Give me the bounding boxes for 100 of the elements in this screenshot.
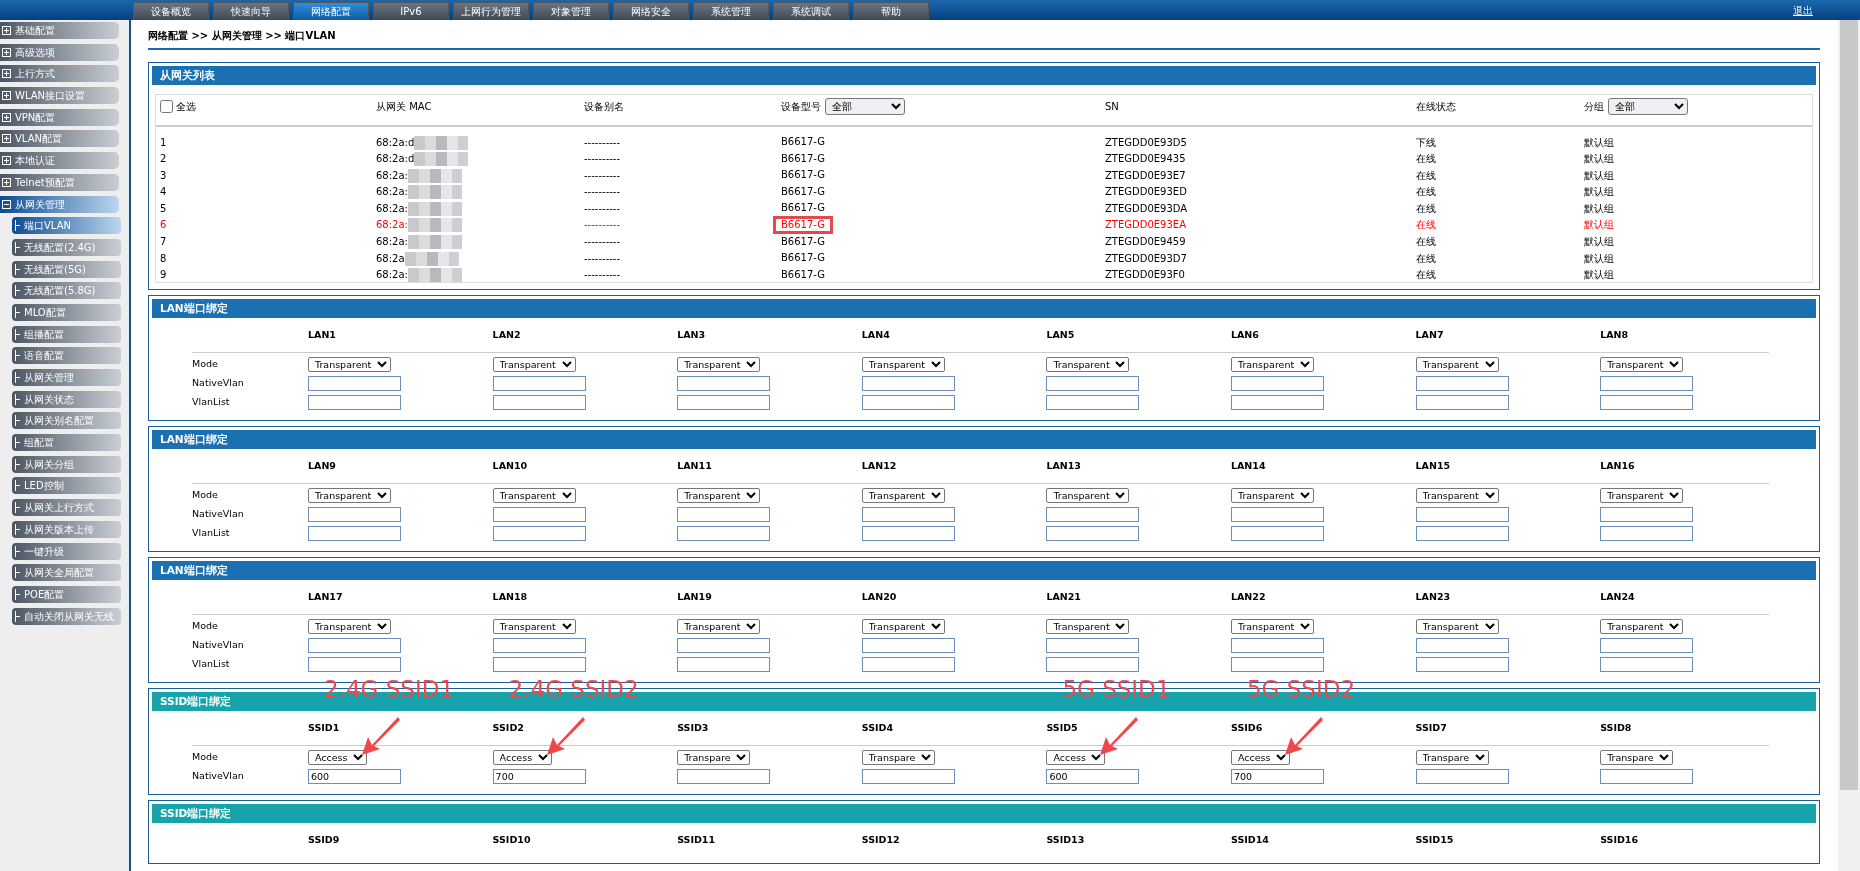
vlan-list-field[interactable] (1046, 395, 1140, 411)
mode-dropdown[interactable]: Transparent (1600, 619, 1684, 635)
expand-icon[interactable] (2, 69, 11, 79)
nav-tab[interactable]: 设备概览 (133, 2, 209, 20)
sidebar-item[interactable]: 语音配置 (12, 347, 121, 365)
native-vlan-field[interactable] (308, 507, 401, 523)
sidebar-item[interactable]: MLO配置 (12, 303, 121, 321)
sidebar-item[interactable]: 组播配置 (12, 325, 121, 343)
native-vlan-field[interactable] (1046, 507, 1140, 523)
native-vlan-field[interactable] (1230, 638, 1324, 654)
native-vlan-field[interactable] (492, 507, 586, 523)
sidebar-item[interactable]: 从网关版本上传 (12, 520, 121, 538)
native-vlan-field[interactable] (1415, 769, 1509, 785)
sidebar-item[interactable]: 从网关全局配置 (12, 564, 121, 582)
collapse-icon[interactable] (2, 199, 11, 209)
native-vlan-field[interactable] (1230, 376, 1324, 392)
mode-dropdown[interactable]: Transparent (1600, 357, 1684, 373)
native-vlan-field[interactable] (861, 507, 955, 523)
vlan-list-field[interactable] (677, 526, 771, 542)
sidebar-item[interactable]: VPN配置 (0, 108, 119, 126)
mode-dropdown[interactable]: Transparent (1046, 488, 1130, 504)
vlan-list-field[interactable] (492, 526, 586, 542)
vlan-list-field[interactable] (1415, 526, 1509, 542)
nav-tab[interactable]: 帮助 (853, 2, 929, 20)
mode-dropdown[interactable]: Transpare (1415, 750, 1489, 766)
sidebar-item[interactable]: VLAN配置 (0, 130, 119, 148)
select-all-checkbox[interactable] (160, 100, 173, 114)
nav-tab[interactable]: 上网行为管理 (453, 2, 529, 20)
mode-dropdown[interactable]: Transparent (677, 619, 761, 635)
mode-dropdown[interactable]: Transparent (1230, 357, 1314, 373)
vlan-list-field[interactable] (1046, 526, 1140, 542)
mode-dropdown[interactable]: Transparent (677, 357, 761, 373)
mode-dropdown[interactable]: Transparent (861, 357, 945, 373)
sidebar-item[interactable]: 端口VLAN (12, 217, 121, 235)
expand-icon[interactable] (2, 177, 11, 187)
vlan-list-field[interactable] (861, 526, 955, 542)
native-vlan-field[interactable] (1046, 638, 1140, 654)
mode-dropdown[interactable]: Transparent (492, 488, 576, 504)
native-vlan-field[interactable]: 700 (492, 769, 586, 785)
mode-dropdown[interactable]: Transparent (1600, 488, 1684, 504)
sidebar-item[interactable]: 无线配置(5.8G) (12, 282, 121, 300)
mode-dropdown[interactable]: Transparent (677, 488, 761, 504)
mode-dropdown[interactable]: Access (308, 750, 367, 766)
filter-dropdown[interactable]: 全部 (1608, 98, 1688, 116)
expand-icon[interactable] (2, 134, 11, 144)
vlan-list-field[interactable] (1415, 395, 1509, 411)
expand-icon[interactable] (2, 91, 11, 101)
nav-tab[interactable]: 系统管理 (693, 2, 769, 20)
native-vlan-field[interactable] (1600, 638, 1694, 654)
sidebar-item[interactable]: 本地认证 (0, 152, 119, 170)
native-vlan-field[interactable] (1415, 507, 1509, 523)
expand-icon[interactable] (2, 47, 11, 57)
vlan-list-field[interactable] (861, 657, 955, 673)
mode-dropdown[interactable]: Transparent (1046, 619, 1130, 635)
sidebar-item[interactable]: 自动关闭从网关无线 (12, 607, 121, 625)
native-vlan-field[interactable]: 700 (1230, 769, 1324, 785)
mode-dropdown[interactable]: Transparent (1415, 357, 1499, 373)
sidebar-item[interactable]: 一键升级 (12, 542, 121, 560)
nav-tab[interactable]: 网络配置 (293, 2, 369, 20)
native-vlan-field[interactable] (861, 769, 955, 785)
mode-dropdown[interactable]: Transparent (1046, 357, 1130, 373)
vlan-list-field[interactable] (1415, 657, 1509, 673)
mode-dropdown[interactable]: Transparent (1415, 488, 1499, 504)
vlan-list-field[interactable] (308, 395, 401, 411)
native-vlan-field[interactable] (1600, 376, 1694, 392)
vlan-list-field[interactable] (1600, 657, 1694, 673)
native-vlan-field[interactable] (677, 507, 771, 523)
native-vlan-field[interactable] (1415, 638, 1509, 654)
vlan-list-field[interactable] (677, 657, 771, 673)
sidebar-item[interactable]: POE配置 (12, 585, 121, 603)
vlan-list-field[interactable] (492, 657, 586, 673)
sidebar-item[interactable]: 组配置 (12, 434, 121, 452)
vlan-list-field[interactable] (1230, 526, 1324, 542)
mode-dropdown[interactable]: Transparent (1230, 488, 1314, 504)
mode-dropdown[interactable]: Transparent (861, 619, 945, 635)
nav-tab[interactable]: 网络安全 (613, 2, 689, 20)
nav-tab[interactable]: 系统调试 (773, 2, 849, 20)
sidebar-item[interactable]: 从网关管理 (12, 369, 121, 386)
native-vlan-field[interactable] (677, 769, 771, 785)
vlan-list-field[interactable] (1600, 526, 1694, 542)
mode-dropdown[interactable]: Transparent (308, 619, 391, 635)
scrollbar-thumb[interactable] (1840, 20, 1858, 790)
sidebar-item[interactable]: 从网关别名配置 (12, 412, 121, 430)
vlan-list-field[interactable] (308, 657, 401, 673)
mode-dropdown[interactable]: Transparent (492, 619, 576, 635)
native-vlan-field[interactable] (1600, 507, 1694, 523)
vlan-list-field[interactable] (1046, 657, 1140, 673)
expand-icon[interactable] (2, 112, 11, 122)
mode-dropdown[interactable]: Transparent (1230, 619, 1314, 635)
mode-dropdown[interactable]: Access (492, 750, 552, 766)
native-vlan-field[interactable] (1415, 376, 1509, 392)
sidebar-item[interactable]: 基础配置 (0, 22, 119, 39)
expand-icon[interactable] (2, 26, 11, 35)
sidebar-item[interactable]: 从网关管理 (0, 195, 119, 213)
native-vlan-field[interactable] (861, 638, 955, 654)
mode-dropdown[interactable]: Transpare (861, 750, 935, 766)
mode-dropdown[interactable]: Transparent (861, 488, 945, 504)
sidebar-item[interactable]: 上行方式 (0, 65, 119, 83)
vlan-list-field[interactable] (308, 526, 401, 542)
native-vlan-field[interactable] (677, 638, 771, 654)
